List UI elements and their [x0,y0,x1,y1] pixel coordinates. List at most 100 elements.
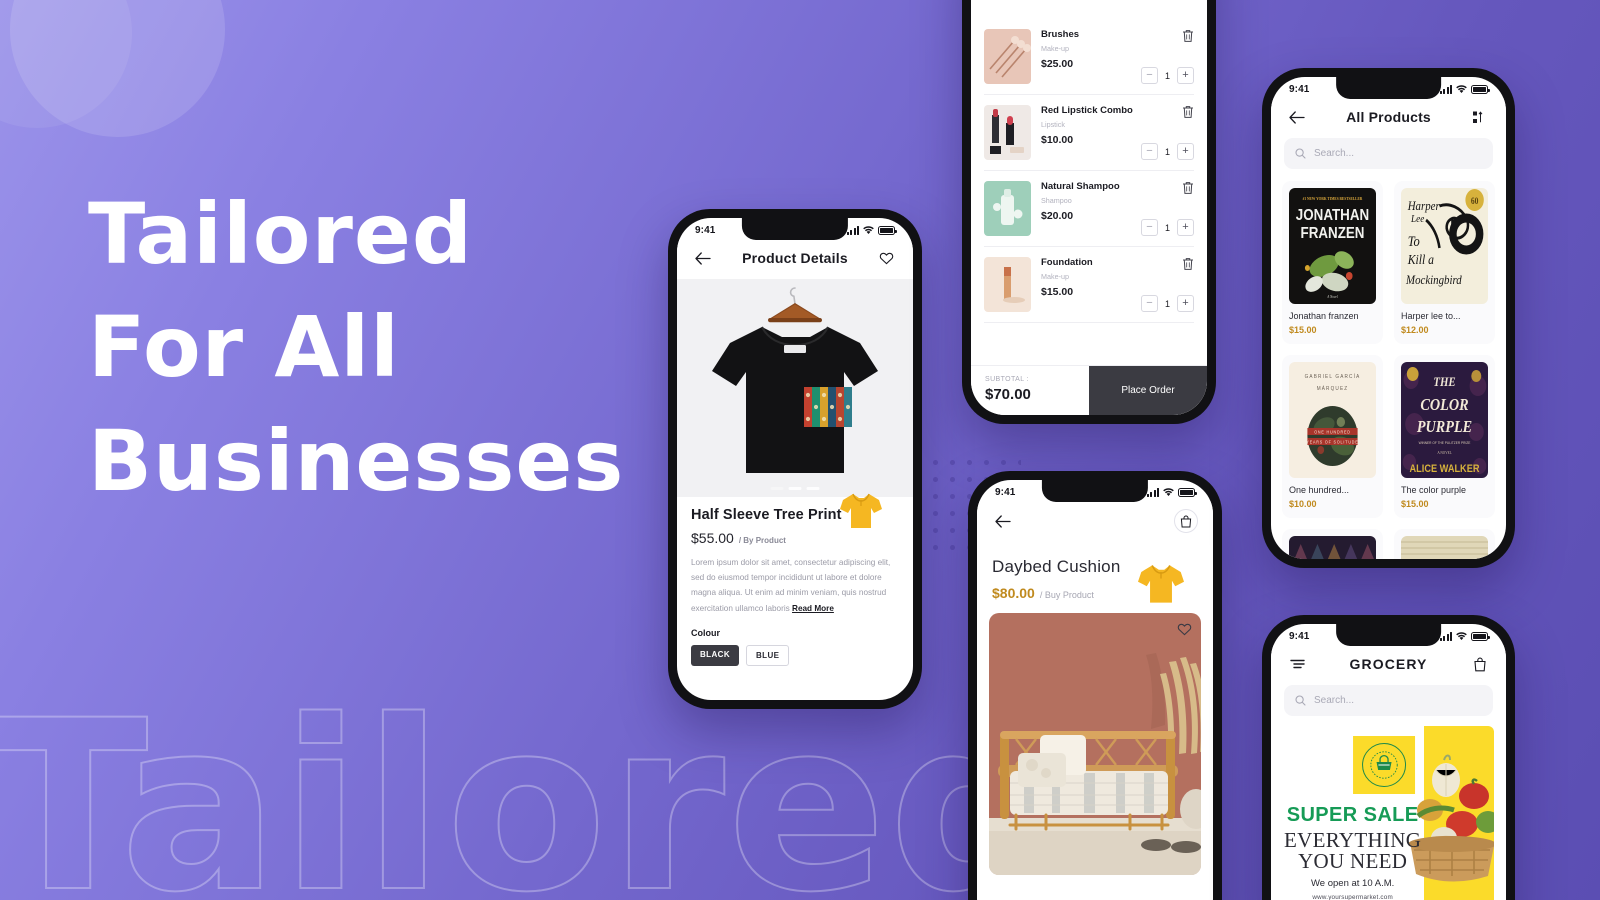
back-arrow-icon[interactable] [992,510,1014,532]
daybed-image [989,613,1201,875]
product-card[interactable]: ON THE ROAD [1394,529,1495,559]
cover-art: GABRIEL GARCÍA MÁRQUEZ ONE HUNDRED YEARS… [1289,362,1376,478]
decrease-quantity-button[interactable]: − [1141,143,1158,160]
cart-row: Brushes Make-up $25.00 − 1 + [984,19,1194,95]
trash-icon[interactable] [1182,105,1194,124]
product-description: Lorem ipsum dolor sit amet, consectetur … [691,555,899,616]
screen-product-details: 9:41 Product Details Half Sleeve Tree Pr… [677,218,913,700]
svg-text:ALICE WALKER: ALICE WALKER [1410,463,1481,475]
search-input[interactable]: Search... [1284,138,1493,169]
daybed-info: Daybed Cushion $80.00 / Buy Product [977,543,1213,601]
page-title: Product Details [742,250,848,266]
subtotal-label: SUBTOTAL : [985,376,1029,383]
carousel-dot-active[interactable] [788,487,802,490]
product-card[interactable]: THE COLOR PURPLE WINNER OF THE PULITZER … [1394,355,1495,518]
cover-art: #1 NEW YORK TIMES BESTSELLER JONATHAN FR… [1289,188,1376,304]
quantity-value: 1 [1164,298,1170,309]
product-name: Harper lee to... [1401,311,1461,321]
product-card[interactable]: GABRIEL GARCÍA MÁRQUEZ ONE HUNDRED YEARS… [1282,355,1383,518]
svg-text:#1 NEW YORK TIMES BESTSELLER: #1 NEW YORK TIMES BESTSELLER [1303,197,1363,201]
carousel-dot[interactable] [770,487,784,490]
trash-icon[interactable] [1182,29,1194,48]
product-title: Daybed Cushion [992,557,1121,576]
heart-icon[interactable] [1177,622,1192,641]
basket-icon [1369,751,1398,779]
place-order-button[interactable]: Place Order [1089,366,1207,415]
phone-grocery: 9:41 GROCERY Search... SUPER SALE EVERYT… [1262,615,1515,900]
svg-text:Harper: Harper [1407,198,1440,213]
cellular-icon [1440,632,1452,641]
cart-item-name: Foundation [1041,257,1093,268]
heart-icon[interactable] [876,247,898,269]
colour-option-blue[interactable]: BLUE [746,644,790,666]
book-cover-colorpurple: THE COLOR PURPLE WINNER OF THE PULITZER … [1401,362,1488,478]
description-text: Lorem ipsum dolor sit amet, consectetur … [691,558,891,613]
search-input[interactable]: Search... [1284,685,1493,716]
status-icons [1440,85,1490,94]
cellular-icon [847,226,859,235]
product-price: $10.00 [1289,499,1317,509]
carousel-dot[interactable] [806,487,820,490]
increase-quantity-button[interactable]: + [1177,219,1194,236]
tshirt-product-image [712,326,878,473]
product-price: $15.00 [1289,325,1317,335]
quantity-stepper: − 1 + [1141,67,1194,84]
cart-item-thumbnail [984,105,1031,160]
product-name: The color purple [1401,485,1467,495]
phone-notch [1335,624,1442,646]
screen-cart: Brushes Make-up $25.00 − 1 + Red Lipstic… [971,0,1207,415]
hamburger-icon[interactable] [1286,653,1308,675]
cover-art: THE COLOR PURPLE WINNER OF THE PULITZER … [1401,362,1488,478]
svg-text:Lee: Lee [1410,213,1425,225]
increase-quantity-button[interactable]: + [1177,67,1194,84]
decrease-quantity-button[interactable]: − [1141,295,1158,312]
decrease-quantity-button[interactable]: − [1141,219,1158,236]
svg-text:A NOVEL: A NOVEL [1437,451,1452,455]
svg-text:Kill a: Kill a [1407,252,1434,267]
cart-item-thumbnail [984,181,1031,236]
promo-banner[interactable]: SUPER SALE EVERYTHING YOU NEED We open a… [1283,726,1494,900]
svg-text:GABRIEL GARCÍA: GABRIEL GARCÍA [1305,373,1361,381]
battery-icon [1471,632,1490,641]
product-card[interactable] [1282,529,1383,559]
cart-item-list: Brushes Make-up $25.00 − 1 + Red Lipstic… [971,0,1207,323]
hanger-icon [768,287,822,323]
colour-swatches: BLACK BLUE [691,644,899,666]
product-price-row: $55.00 / By Product [691,530,899,546]
svg-text:60: 60 [1471,196,1479,206]
decrease-quantity-button[interactable]: − [1141,67,1158,84]
cart-item-name: Brushes [1041,29,1080,40]
appbar-daybed [977,501,1213,543]
appbar-grocery: GROCERY [1271,645,1506,685]
trash-icon[interactable] [1182,181,1194,200]
phone-daybed-product: 9:41 Daybed Cushion $80.00 / Buy Product [968,471,1222,900]
wifi-icon [1163,488,1174,496]
cellular-icon [1440,85,1452,94]
quantity-value: 1 [1164,70,1170,81]
product-card[interactable]: #1 NEW YORK TIMES BESTSELLER JONATHAN FR… [1282,181,1383,344]
sort-icon[interactable] [1469,106,1491,128]
product-card[interactable]: 60 Harper Lee To Kill a Mockingbird Harp… [1394,181,1495,344]
screen-all-products: 9:41 All Products Search... #1 NEW YORK … [1271,77,1506,559]
shopping-bag-icon[interactable] [1174,509,1198,533]
read-more-link[interactable]: Read More [792,604,834,613]
back-arrow-icon[interactable] [1286,106,1308,128]
product-image-carousel[interactable] [677,279,913,497]
hero-headline: Tailored For All Businesses [88,178,708,518]
trash-icon[interactable] [1182,257,1194,276]
svg-text:WINNER OF THE PULITZER PRIZE: WINNER OF THE PULITZER PRIZE [1419,441,1471,445]
colour-option-black[interactable]: BLACK [691,644,739,666]
screen-grocery: 9:41 GROCERY Search... SUPER SALE EVERYT… [1271,624,1506,900]
carousel-indicator[interactable] [770,487,820,490]
wifi-icon [1456,85,1467,93]
product-price: $55.00 [691,530,734,546]
banner-headline: SUPER SALE [1286,804,1419,826]
increase-quantity-button[interactable]: + [1177,295,1194,312]
battery-icon [878,226,897,235]
shopping-bag-icon[interactable] [1469,653,1491,675]
search-icon [1295,695,1306,706]
increase-quantity-button[interactable]: + [1177,143,1194,160]
product-name: One hundred... [1289,485,1350,495]
book-cover-ontheroad: ON THE ROAD [1401,536,1488,559]
daybed-photo[interactable] [989,613,1201,875]
